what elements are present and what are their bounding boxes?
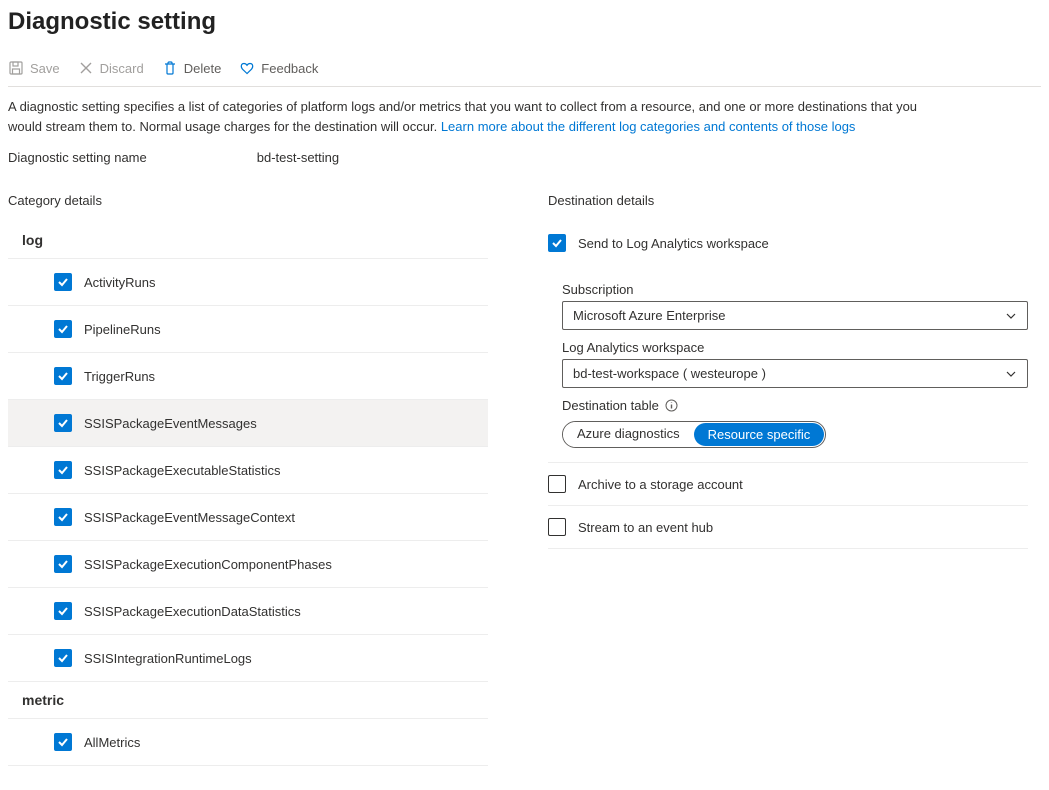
log-category-row: SSISPackageExecutionDataStatistics: [8, 588, 488, 635]
category-label: SSISPackageExecutionComponentPhases: [84, 557, 332, 572]
chevron-down-icon: [1005, 368, 1017, 380]
discard-label: Discard: [100, 61, 144, 76]
log-category-row: SSISPackageExecutionComponentPhases: [8, 541, 488, 588]
checkbox-activityruns[interactable]: [54, 273, 72, 291]
checkbox-ssis-integration-runtime[interactable]: [54, 649, 72, 667]
metric-category-row: AllMetrics: [8, 719, 488, 766]
dest-table-label-text: Destination table: [562, 398, 659, 413]
checkbox-pipelineruns[interactable]: [54, 320, 72, 338]
log-category-row: SSISPackageExecutableStatistics: [8, 447, 488, 494]
dest-event-hub-row: Stream to an event hub: [548, 506, 1028, 549]
category-label: SSISIntegrationRuntimeLogs: [84, 651, 252, 666]
save-button[interactable]: Save: [8, 60, 60, 76]
subscription-value: Microsoft Azure Enterprise: [573, 308, 725, 323]
log-heading: log: [8, 222, 488, 258]
description: A diagnostic setting specifies a list of…: [8, 97, 928, 136]
save-label: Save: [30, 61, 60, 76]
discard-icon: [78, 60, 94, 76]
category-details-column: Category details log ActivityRuns Pipeli…: [8, 193, 488, 766]
checkbox-ssis-exec-comp-phases[interactable]: [54, 555, 72, 573]
checkbox-log-analytics[interactable]: [548, 234, 566, 252]
workspace-value: bd-test-workspace ( westeurope ): [573, 366, 766, 381]
dest-table-toggle[interactable]: Azure diagnostics Resource specific: [562, 421, 826, 448]
setting-name-value: bd-test-setting: [257, 150, 339, 165]
log-category-row: ActivityRuns: [8, 259, 488, 306]
checkbox-event-hub[interactable]: [548, 518, 566, 536]
toolbar: Save Discard Delete Feedback: [8, 60, 1041, 87]
workspace-select[interactable]: bd-test-workspace ( westeurope ): [562, 359, 1028, 388]
save-icon: [8, 60, 24, 76]
setting-name-row: Diagnostic setting name bd-test-setting: [8, 150, 1041, 165]
log-analytics-details: Subscription Microsoft Azure Enterprise …: [548, 264, 1028, 463]
checkbox-triggerruns[interactable]: [54, 367, 72, 385]
destination-details-column: Destination details Send to Log Analytic…: [548, 193, 1028, 766]
subscription-select[interactable]: Microsoft Azure Enterprise: [562, 301, 1028, 330]
category-label: SSISPackageExecutionDataStatistics: [84, 604, 301, 619]
category-label: TriggerRuns: [84, 369, 155, 384]
log-category-row: SSISPackageEventMessages: [8, 400, 488, 447]
checkbox-ssis-event-messages[interactable]: [54, 414, 72, 432]
category-label: SSISPackageEventMessageContext: [84, 510, 295, 525]
metric-heading: metric: [8, 682, 488, 718]
workspace-label: Log Analytics workspace: [562, 330, 1028, 359]
setting-name-label: Diagnostic setting name: [8, 150, 147, 165]
page-title: Diagnostic setting: [8, 8, 1041, 36]
learn-more-link[interactable]: Learn more about the different log categ…: [441, 119, 856, 134]
category-label: ActivityRuns: [84, 275, 156, 290]
info-icon[interactable]: [665, 399, 678, 412]
checkbox-ssis-exec-stats[interactable]: [54, 461, 72, 479]
dest-storage-row: Archive to a storage account: [548, 463, 1028, 506]
dest-table-label: Destination table: [562, 388, 1028, 417]
delete-button[interactable]: Delete: [162, 60, 222, 76]
delete-icon: [162, 60, 178, 76]
checkbox-ssis-event-msg-ctx[interactable]: [54, 508, 72, 526]
destination-details-heading: Destination details: [548, 193, 1028, 208]
log-category-row: SSISIntegrationRuntimeLogs: [8, 635, 488, 682]
category-label: PipelineRuns: [84, 322, 161, 337]
delete-label: Delete: [184, 61, 222, 76]
category-label: SSISPackageEventMessages: [84, 416, 257, 431]
dest-label: Archive to a storage account: [578, 477, 743, 492]
subscription-label: Subscription: [562, 272, 1028, 301]
checkbox-storage[interactable]: [548, 475, 566, 493]
dest-label: Send to Log Analytics workspace: [578, 236, 769, 251]
chevron-down-icon: [1005, 310, 1017, 322]
discard-button[interactable]: Discard: [78, 60, 144, 76]
category-label: AllMetrics: [84, 735, 140, 750]
pill-resource-specific[interactable]: Resource specific: [694, 423, 825, 446]
dest-log-analytics-row: Send to Log Analytics workspace: [548, 222, 1028, 264]
feedback-button[interactable]: Feedback: [239, 60, 318, 76]
checkbox-ssis-exec-data-stats[interactable]: [54, 602, 72, 620]
feedback-icon: [239, 60, 255, 76]
category-details-heading: Category details: [8, 193, 488, 208]
category-label: SSISPackageExecutableStatistics: [84, 463, 281, 478]
log-category-row: PipelineRuns: [8, 306, 488, 353]
log-category-row: TriggerRuns: [8, 353, 488, 400]
pill-azure-diagnostics[interactable]: Azure diagnostics: [563, 422, 694, 447]
checkbox-allmetrics[interactable]: [54, 733, 72, 751]
log-category-row: SSISPackageEventMessageContext: [8, 494, 488, 541]
feedback-label: Feedback: [261, 61, 318, 76]
dest-label: Stream to an event hub: [578, 520, 713, 535]
